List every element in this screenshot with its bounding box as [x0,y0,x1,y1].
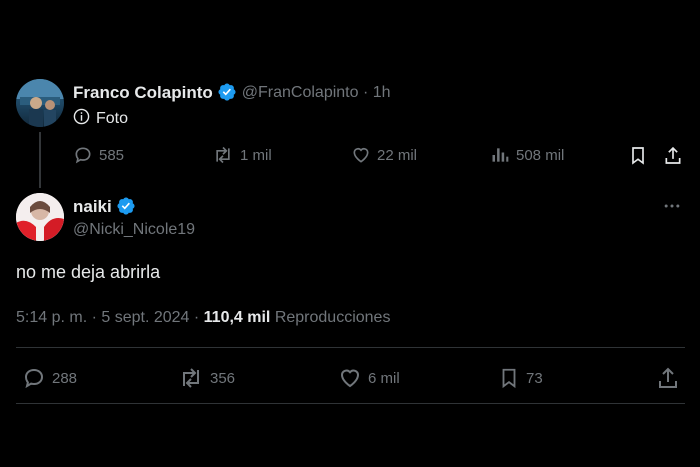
divider-bottom [16,403,685,404]
parent-body: Foto [73,108,128,130]
views-count: 508 mil [516,146,565,164]
reply-icon [75,147,91,164]
reply-body: no me deja abrirla [16,262,161,282]
reply-count: 288 [52,369,78,387]
repost-button[interactable]: 356 [178,366,235,390]
bookmark-button[interactable] [628,145,648,166]
avatar-image [16,79,64,127]
like-button[interactable]: 22 mil [351,145,417,165]
avatar-image [16,193,64,241]
reply-actions: 288 356 6 mil 73 [22,366,682,390]
share-icon [665,146,681,164]
like-count: 22 mil [377,146,418,164]
bookmark-button[interactable]: 73 [498,366,543,390]
reply-handle[interactable]: @Nicki_Nicole19 [73,221,195,239]
parent-actions: 585 1 mil 22 mil 508 mil [73,145,685,167]
reply-count: 585 [99,146,125,164]
like-count: 6 mil [368,369,400,387]
repost-count: 1 mil [240,146,272,164]
thread-line [39,132,41,188]
more-button[interactable] [662,196,682,221]
share-button[interactable] [656,366,680,390]
like-icon [353,147,369,163]
like-icon [340,369,360,388]
parent-handle-time[interactable]: @FranColapinto · 1h [242,84,391,102]
bookmark-icon [502,368,516,389]
reply-timestamp[interactable]: 5:14 p. m. · 5 sept. 2024 · [16,309,204,326]
reply-display-name[interactable]: naiki [73,197,112,217]
reply-icon [24,368,44,389]
repost-icon [216,146,230,164]
reply-button[interactable]: 288 [22,366,77,390]
share-icon [659,367,677,388]
views-button[interactable]: 508 mil [490,145,564,165]
bookmark-count: 73 [526,369,543,387]
parent-avatar[interactable] [16,79,64,127]
divider-top [16,347,685,348]
info-icon [73,108,90,130]
parent-header: Franco Colapinto @FranColapinto · 1h [73,82,391,103]
views-icon [492,148,509,162]
parent-body-text: Foto [96,110,129,127]
repost-button[interactable]: 1 mil [212,145,272,165]
reply-button[interactable]: 585 [73,145,124,165]
parent-display-name[interactable]: Franco Colapinto [73,83,213,103]
reply-views-label: Reproducciones [270,309,391,326]
reply-header: naiki [73,196,136,217]
more-icon [664,204,680,208]
bookmark-icon [632,147,644,165]
share-button[interactable] [663,145,683,166]
verified-icon [116,196,136,217]
reply-views-count: 110,4 mil [203,309,271,326]
repost-icon [183,368,199,388]
verified-icon [217,82,237,103]
like-button[interactable]: 6 mil [338,366,400,390]
reply-meta: 5:14 p. m. · 5 sept. 2024 · 110,4 mil Re… [16,309,390,327]
repost-count: 356 [210,369,236,387]
reply-avatar[interactable] [16,193,64,241]
